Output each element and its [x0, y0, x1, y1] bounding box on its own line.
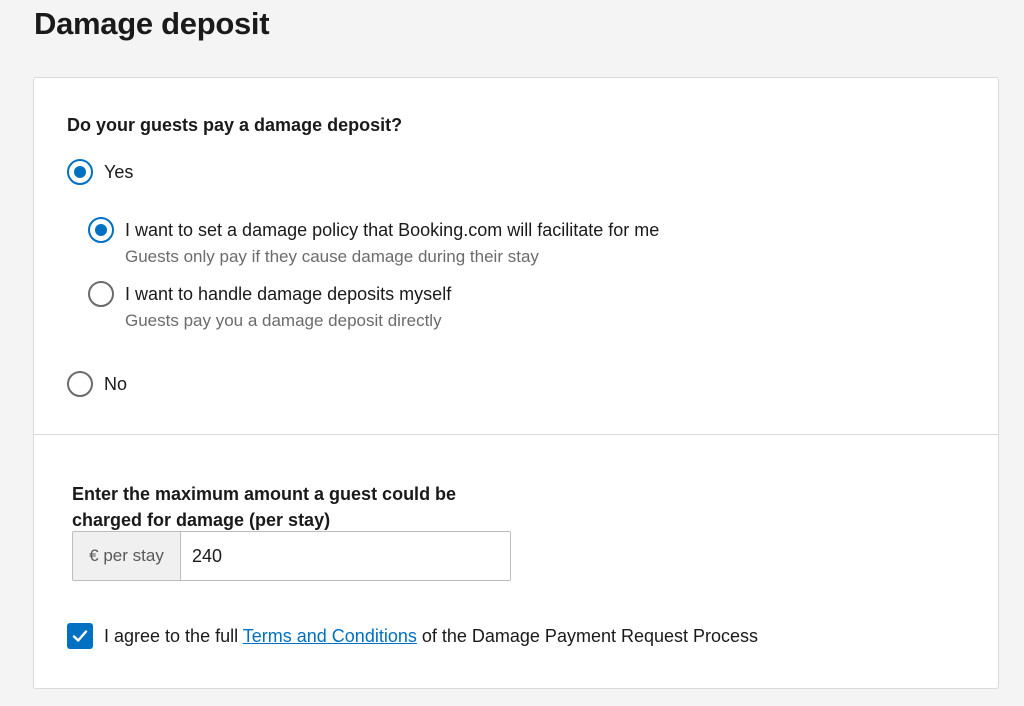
checkmark-icon — [72, 630, 88, 642]
amount-input[interactable] — [181, 532, 510, 580]
terms-link[interactable]: Terms and Conditions — [243, 626, 417, 646]
radio-myself[interactable] — [88, 281, 114, 307]
terms-checkbox[interactable] — [67, 623, 93, 649]
terms-suffix: of the Damage Payment Request Process — [416, 625, 759, 646]
terms-text: I agree to the full Terms and Conditions… — [104, 626, 758, 647]
section-divider — [34, 434, 998, 435]
currency-addon: € per stay — [73, 532, 181, 580]
radio-facilitate[interactable] — [88, 217, 114, 243]
amount-input-group: € per stay — [72, 531, 511, 581]
radio-no-label: No — [104, 373, 128, 394]
radio-facilitate-label: I want to set a damage policy that Booki… — [125, 219, 660, 240]
radio-facilitate-option[interactable]: I want to set a damage policy that Booki… — [88, 217, 659, 243]
terms-prefix: I agree to the full — [104, 625, 243, 646]
page-title: Damage deposit — [34, 6, 270, 41]
amount-label: Enter the maximum amount a guest could b… — [72, 484, 457, 530]
radio-myself-sublabel: Guests pay you a damage deposit directly — [125, 311, 442, 330]
radio-yes-label: Yes — [104, 161, 134, 182]
radio-yes-option[interactable]: Yes — [67, 159, 133, 185]
terms-agreement: I agree to the full Terms and Conditions… — [67, 623, 758, 649]
damage-deposit-card: Do your guests pay a damage deposit? Yes… — [33, 77, 999, 689]
radio-myself-option[interactable]: I want to handle damage deposits myself — [88, 281, 451, 307]
deposit-question: Do your guests pay a damage deposit? — [67, 115, 403, 135]
radio-no[interactable] — [67, 371, 93, 397]
radio-facilitate-sublabel: Guests only pay if they cause damage dur… — [125, 247, 539, 266]
radio-yes[interactable] — [67, 159, 93, 185]
radio-myself-label: I want to handle damage deposits myself — [125, 283, 452, 304]
radio-no-option[interactable]: No — [67, 371, 127, 397]
